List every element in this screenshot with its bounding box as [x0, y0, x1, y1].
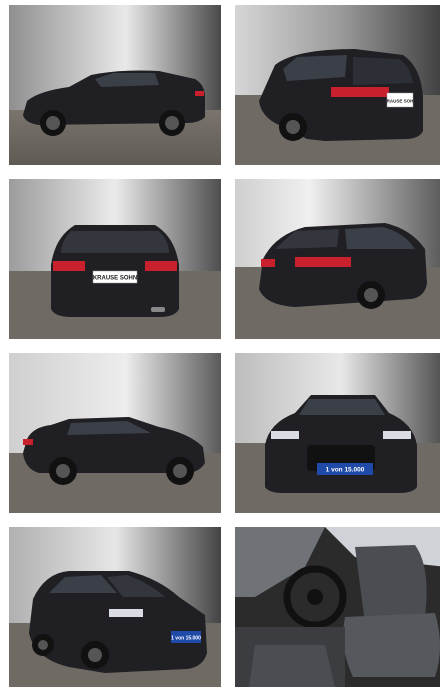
car-front-quarter-left-image: 1 von 15.000: [9, 527, 221, 687]
car-front-image: 1 von 15.000: [235, 353, 440, 513]
photo-7-front-three-quarter-left[interactable]: 1 von 15.000: [9, 527, 221, 687]
car-side-right-image: [9, 353, 221, 513]
photo-6-front[interactable]: 1 von 15.000: [235, 353, 440, 513]
photo-2-rear-three-quarter-left[interactable]: KRAUSE SOHN: [235, 5, 440, 165]
photo-5-side-right[interactable]: [9, 353, 221, 513]
photo-3-rear[interactable]: KRAUSE SOHN: [9, 179, 221, 339]
photo-1-side-left[interactable]: [9, 5, 221, 165]
rear-plate-text: KRAUSE SOHN: [93, 276, 137, 282]
car-rear-quarter-right-image: [235, 179, 440, 339]
rear-plate-text: KRAUSE SOHN: [383, 99, 416, 104]
front-plate-text: 1 von 15.000: [326, 467, 365, 474]
car-interior-image: [235, 527, 440, 687]
car-rear-image: KRAUSE SOHN: [9, 179, 221, 339]
front-plate-text: 1 von 15.000: [171, 636, 201, 642]
car-side-left-image: [9, 5, 221, 165]
photo-4-rear-three-quarter-right[interactable]: [235, 179, 440, 339]
car-rear-quarter-left-image: KRAUSE SOHN: [235, 5, 440, 165]
photo-8-interior[interactable]: [235, 527, 440, 687]
